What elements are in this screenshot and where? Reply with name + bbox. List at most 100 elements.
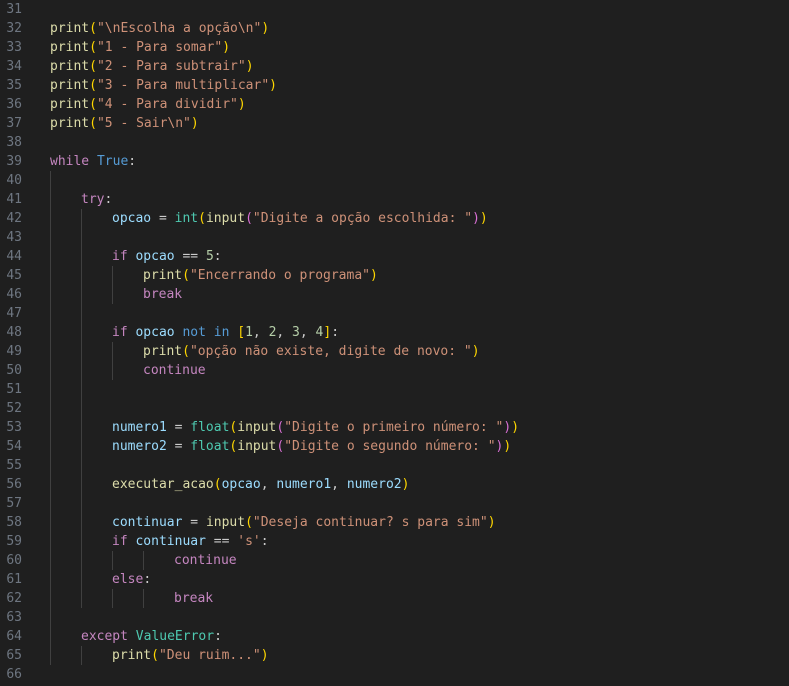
- code-line[interactable]: 50 continue: [0, 361, 789, 380]
- indent-guide: [50, 494, 51, 513]
- code-content: print("opção não existe, digite de novo:…: [143, 342, 480, 361]
- line-number: 62: [6, 591, 22, 606]
- code-token: numero2: [112, 439, 167, 454]
- code-line[interactable]: 41 try:: [0, 190, 789, 209]
- indent-guide: [81, 285, 82, 304]
- indent-guide: [81, 209, 82, 228]
- line-number: 35: [6, 78, 22, 93]
- code-line[interactable]: 52: [0, 399, 789, 418]
- indent-guide: [50, 247, 51, 266]
- code-content: else:: [112, 570, 151, 589]
- code-line[interactable]: 48 if opcao not in [1, 2, 3, 4]:: [0, 323, 789, 342]
- indent-guide: [50, 304, 51, 323]
- code-line[interactable]: 34 print("2 - Para subtrair"): [0, 57, 789, 76]
- code-line[interactable]: 66: [0, 665, 789, 684]
- code-token: print: [50, 116, 90, 131]
- code-line[interactable]: 58 continuar = input("Deseja continuar? s…: [0, 513, 789, 532]
- code-token: =: [151, 211, 175, 226]
- indent-guide: [50, 380, 51, 399]
- code-line[interactable]: 37 print("5 - Sair\n"): [0, 114, 789, 133]
- code-line[interactable]: 39 while True:: [0, 152, 789, 171]
- indent-guide: [81, 589, 82, 608]
- code-content: break: [174, 589, 213, 608]
- indent-guide: [81, 247, 82, 266]
- indent-guide: [112, 589, 113, 608]
- line-number: 49: [6, 344, 22, 359]
- code-token: float: [190, 420, 230, 435]
- line-number: 66: [6, 667, 22, 682]
- code-content: if opcao == 5:: [112, 247, 222, 266]
- indent-guide: [112, 361, 113, 380]
- code-line[interactable]: 53 numero1 = float(input("Digite o primei…: [0, 418, 789, 437]
- code-token: [: [237, 325, 246, 340]
- code-token: 's': [237, 534, 261, 549]
- code-content: print("1 - Para somar"): [50, 38, 230, 57]
- code-line[interactable]: 46 break: [0, 285, 789, 304]
- code-content: print("Deu ruim..."): [112, 646, 269, 665]
- line-number: 31: [6, 2, 22, 17]
- code-editor[interactable]: 31 32 print("\nEscolha a opção\n") 33 print(…: [0, 0, 789, 686]
- code-line[interactable]: 40: [0, 171, 789, 190]
- code-token: :: [331, 325, 340, 340]
- line-number: 48: [6, 325, 22, 340]
- code-token: ): [260, 648, 269, 663]
- code-token: 3: [292, 325, 300, 340]
- code-line[interactable]: 43: [0, 228, 789, 247]
- code-line[interactable]: 65 print("Deu ruim..."): [0, 646, 789, 665]
- code-token: input: [205, 211, 246, 226]
- code-token: continuar: [135, 534, 206, 549]
- code-line[interactable]: 59 if continuar == 's':: [0, 532, 789, 551]
- indent-guide: [50, 608, 51, 627]
- code-line[interactable]: 51: [0, 380, 789, 399]
- code-token: input: [205, 515, 246, 530]
- code-line[interactable]: 32 print("\nEscolha a opção\n"): [0, 19, 789, 38]
- indent-guide: [50, 437, 51, 456]
- code-line[interactable]: 64 except ValueError:: [0, 627, 789, 646]
- code-token: int: [174, 211, 199, 226]
- code-line[interactable]: 57: [0, 494, 789, 513]
- code-token: (: [182, 268, 190, 283]
- code-token: input: [237, 420, 277, 435]
- line-number: 38: [6, 135, 22, 150]
- code-line[interactable]: 42 opcao = int(input("Digite a opção esco…: [0, 209, 789, 228]
- code-line[interactable]: 38: [0, 133, 789, 152]
- code-token: numero2: [346, 477, 402, 492]
- code-line[interactable]: 61 else:: [0, 570, 789, 589]
- code-line[interactable]: 33 print("1 - Para somar"): [0, 38, 789, 57]
- line-number: 61: [6, 572, 22, 587]
- code-line[interactable]: 44 if opcao == 5:: [0, 247, 789, 266]
- code-line[interactable]: 36 print("4 - Para dividir"): [0, 95, 789, 114]
- code-line[interactable]: 35 print("3 - Para multiplicar"): [0, 76, 789, 95]
- code-token: continue: [174, 553, 237, 568]
- line-number: 32: [6, 21, 22, 36]
- line-number: 55: [6, 458, 22, 473]
- code-line[interactable]: 47: [0, 304, 789, 323]
- indent-guide: [112, 551, 113, 570]
- code-token: continue: [143, 363, 206, 378]
- indent-guide: [81, 475, 82, 494]
- indent-guide: [50, 209, 51, 228]
- code-token: "Digite o segundo número: ": [284, 439, 496, 454]
- code-token: (: [182, 344, 190, 359]
- line-number: 54: [6, 439, 22, 454]
- code-line[interactable]: 60 continue: [0, 551, 789, 570]
- code-line[interactable]: 54 numero2 = float(input("Digite o segund…: [0, 437, 789, 456]
- code-line[interactable]: 62 break: [0, 589, 789, 608]
- code-token: "1 - Para somar": [96, 40, 223, 55]
- code-line[interactable]: 49 print("opção não existe, digite de nov…: [0, 342, 789, 361]
- code-token: (: [198, 211, 206, 226]
- line-number: 39: [6, 154, 22, 169]
- indent-guide: [50, 399, 51, 418]
- code-line[interactable]: 55: [0, 456, 789, 475]
- code-content: except ValueError:: [81, 627, 222, 646]
- code-content: if opcao not in [1, 2, 3, 4]:: [112, 323, 339, 342]
- code-line[interactable]: 63: [0, 608, 789, 627]
- code-line[interactable]: 56 executar_acao(opcao, numero1, numero2): [0, 475, 789, 494]
- indent-guide: [50, 589, 51, 608]
- code-line[interactable]: 45 print("Encerrando o programa"): [0, 266, 789, 285]
- code-token: ): [487, 515, 496, 530]
- code-token: print: [143, 268, 183, 283]
- code-content: numero1 = float(input("Digite o primeiro…: [112, 418, 519, 437]
- code-line[interactable]: 31: [0, 0, 789, 19]
